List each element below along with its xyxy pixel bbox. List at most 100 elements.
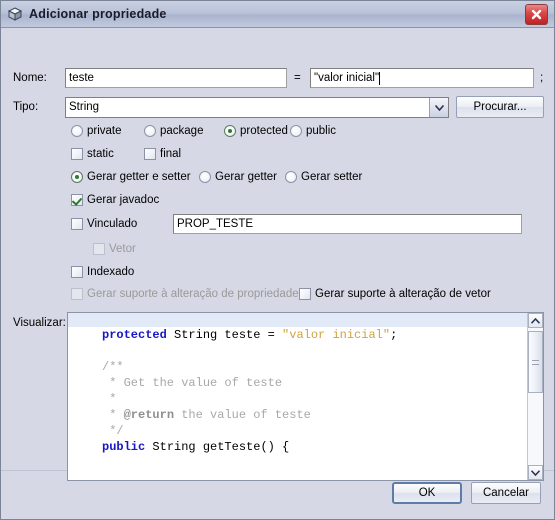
checkbox-static[interactable]: static <box>71 148 114 160</box>
radio-package-label: package <box>160 125 204 137</box>
radio-private-label: private <box>87 125 122 137</box>
radio-getter[interactable]: Gerar getter <box>199 171 277 183</box>
radio-getter-setter[interactable]: Gerar getter e setter <box>71 171 191 183</box>
radio-getter-setter-label: Gerar getter e setter <box>87 171 191 183</box>
code-token: ; <box>390 328 398 342</box>
type-combobox-value: String <box>69 101 100 113</box>
scrollbar-track[interactable] <box>528 328 543 465</box>
type-combobox[interactable]: String <box>65 97 449 118</box>
browse-button[interactable]: Procurar... <box>456 96 544 118</box>
add-property-dialog: Adicionar propriedade Nome: teste = "val… <box>0 0 555 520</box>
preview-pane[interactable]: protected String teste = "valor inicial"… <box>67 312 544 481</box>
checkbox-indexed[interactable]: Indexado <box>71 266 134 278</box>
checkbox-icon[interactable] <box>144 148 156 160</box>
code-preview: protected String teste = "valor inicial"… <box>68 313 527 480</box>
code-line: /** <box>102 359 527 375</box>
radio-selected-icon[interactable] <box>71 171 83 183</box>
close-icon[interactable] <box>525 3 548 25</box>
code-line: */ <box>102 423 527 439</box>
grip-icon <box>532 359 539 365</box>
code-token: String teste = <box>174 328 283 342</box>
radio-public[interactable]: public <box>290 125 336 137</box>
radio-setter-label: Gerar setter <box>301 171 363 183</box>
semicolon: ; <box>540 72 543 84</box>
checkbox-checked-icon[interactable] <box>71 194 83 206</box>
radio-package[interactable]: package <box>144 125 203 137</box>
code-token: String getTeste() { <box>152 440 290 454</box>
radio-icon[interactable] <box>144 125 156 137</box>
radio-icon[interactable] <box>199 171 211 183</box>
radio-private[interactable]: private <box>71 125 122 137</box>
code-lines: protected String teste = "valor inicial"… <box>68 327 527 455</box>
checkbox-icon[interactable] <box>71 266 83 278</box>
checkbox-icon[interactable] <box>71 148 83 160</box>
name-label: Nome: <box>13 72 47 84</box>
checkbox-vector-change-support[interactable]: Gerar suporte à alteração de vetor <box>299 288 491 300</box>
checkbox-disabled-icon <box>93 243 105 255</box>
code-token: * Get the value of teste <box>102 376 283 390</box>
dialog-body: Nome: teste = "valor inicial" ; Tipo: St… <box>1 28 554 481</box>
equals-label: = <box>294 72 301 84</box>
code-token: */ <box>102 424 124 438</box>
scrollbar-thumb[interactable] <box>528 331 543 393</box>
equals-sign: = <box>294 72 301 84</box>
radio-icon[interactable] <box>290 125 302 137</box>
checkbox-icon[interactable] <box>71 218 83 230</box>
ok-button[interactable]: OK <box>392 482 462 504</box>
checkbox-vector-label: Vetor <box>109 243 136 255</box>
code-line: public String getTeste() { <box>102 439 527 455</box>
cancel-button[interactable]: Cancelar <box>471 482 541 504</box>
code-token: * <box>102 408 124 422</box>
scroll-down-icon[interactable] <box>528 465 543 480</box>
checkbox-final[interactable]: final <box>144 148 181 160</box>
checkbox-icon[interactable] <box>299 288 311 300</box>
checkbox-vector: Vetor <box>93 243 136 255</box>
title-bar: Adicionar propriedade <box>1 1 554 28</box>
radio-selected-icon[interactable] <box>224 125 236 137</box>
code-line: protected String teste = "valor inicial"… <box>102 327 527 343</box>
checkbox-javadoc[interactable]: Gerar javadoc <box>71 194 159 206</box>
type-label-wrap: Tipo: <box>13 101 38 113</box>
code-token: protected <box>102 328 175 342</box>
code-token: the value of teste <box>174 408 311 422</box>
type-label: Tipo: <box>13 101 39 113</box>
cube-icon <box>7 6 23 22</box>
code-line: * @return the value of teste <box>102 407 527 423</box>
radio-protected[interactable]: protected <box>224 125 288 137</box>
radio-getter-label: Gerar getter <box>215 171 277 183</box>
checkbox-static-label: static <box>87 148 114 160</box>
code-line: * <box>102 391 527 407</box>
scroll-up-icon[interactable] <box>528 313 543 328</box>
code-top-band <box>68 313 527 327</box>
radio-icon[interactable] <box>71 125 83 137</box>
name-label-wrap: Nome: <box>13 72 47 84</box>
checkbox-final-label: final <box>160 148 182 160</box>
bound-name-input[interactable]: PROP_TESTE <box>173 214 522 234</box>
name-input[interactable]: teste <box>65 68 287 88</box>
radio-icon[interactable] <box>285 171 297 183</box>
code-token: "valor inicial" <box>282 328 391 342</box>
preview-label-wrap: Visualizar: <box>13 317 66 329</box>
checkbox-vector-change-support-label: Gerar suporte à alteração de vetor <box>315 288 491 300</box>
code-token: /** <box>102 360 124 374</box>
code-token: public <box>102 440 153 454</box>
checkbox-property-change-support-label: Gerar suporte à alteração de propriedade <box>87 288 299 300</box>
checkbox-bound-label: Vinculado <box>87 218 138 230</box>
code-line: * Get the value of teste <box>102 375 527 391</box>
checkbox-disabled-icon <box>71 288 83 300</box>
chevron-down-icon[interactable] <box>429 98 448 117</box>
semicolon-label: ; <box>540 72 544 84</box>
window-title: Adicionar propriedade <box>29 7 167 21</box>
checkbox-property-change-support: Gerar suporte à alteração de propriedade <box>71 288 299 300</box>
checkbox-javadoc-label: Gerar javadoc <box>87 194 160 206</box>
checkbox-bound[interactable]: Vinculado <box>71 218 137 230</box>
checkbox-indexed-label: Indexado <box>87 266 135 278</box>
radio-setter[interactable]: Gerar setter <box>285 171 362 183</box>
radio-public-label: public <box>306 125 337 137</box>
radio-protected-label: protected <box>240 125 288 137</box>
preview-label: Visualizar: <box>13 317 66 329</box>
preview-scrollbar[interactable] <box>527 313 543 480</box>
initial-value-input[interactable]: "valor inicial" <box>310 68 534 88</box>
footer-strip <box>1 515 554 519</box>
